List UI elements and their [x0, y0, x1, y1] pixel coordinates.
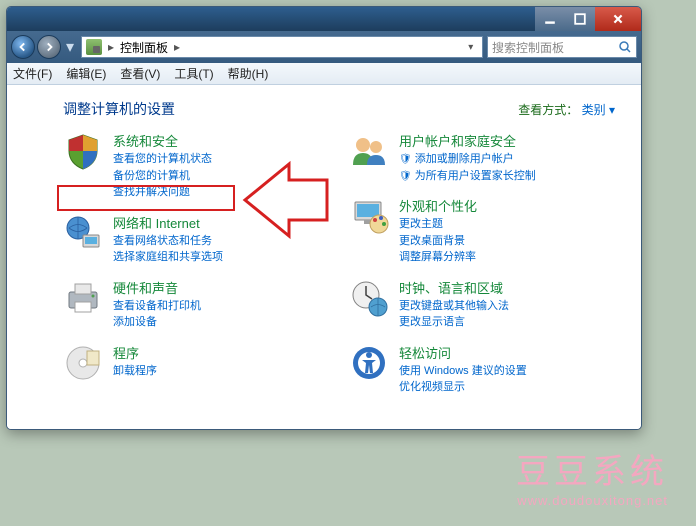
category-link[interactable]: 查看网络状态和任务: [113, 233, 329, 250]
menu-help[interactable]: 帮助(H): [228, 65, 269, 82]
breadcrumb-location[interactable]: 控制面板: [120, 39, 168, 56]
category-link[interactable]: 查找并解决问题: [113, 184, 329, 201]
category-ease-of-access: 轻松访问 使用 Windows 建议的设置 优化视频显示: [349, 343, 615, 396]
menu-edit[interactable]: 编辑(E): [66, 65, 106, 82]
category-title[interactable]: 硬件和声音: [113, 278, 329, 297]
page-title: 调整计算机的设置: [63, 99, 175, 119]
category-title[interactable]: 系统和安全: [113, 131, 329, 150]
search-input[interactable]: 搜索控制面板: [487, 36, 637, 58]
menu-view[interactable]: 查看(V): [120, 65, 160, 82]
category-programs: 程序 卸载程序: [63, 343, 329, 383]
category-title[interactable]: 时钟、语言和区域: [399, 278, 615, 297]
printer-icon: [63, 278, 103, 318]
close-button[interactable]: [595, 7, 641, 31]
category-link[interactable]: 选择家庭组和共享选项: [113, 249, 329, 266]
globe-network-icon: [63, 213, 103, 253]
breadcrumb-sep: ▸: [108, 40, 114, 54]
category-link[interactable]: 添加或删除用户帐户: [399, 151, 615, 168]
menu-tools[interactable]: 工具(T): [174, 65, 213, 82]
category-link[interactable]: 调整屏幕分辨率: [399, 249, 615, 266]
watermark-url: www.doudouxitong.net: [516, 493, 668, 508]
menu-bar: 文件(F) 编辑(E) 查看(V) 工具(T) 帮助(H): [7, 63, 641, 85]
breadcrumb-sep: ▸: [174, 40, 180, 54]
people-icon: [349, 131, 389, 171]
disc-icon: [63, 343, 103, 383]
category-clock-language: 时钟、语言和区域 更改键盘或其他输入法 更改显示语言: [349, 278, 615, 331]
minimize-button[interactable]: [535, 7, 565, 31]
category-link[interactable]: 卸载程序: [113, 363, 329, 380]
category-link[interactable]: 使用 Windows 建议的设置: [399, 363, 615, 380]
watermark: 豆豆系统 www.doudouxitong.net: [516, 444, 668, 508]
search-placeholder: 搜索控制面板: [492, 39, 564, 56]
category-title[interactable]: 程序: [113, 343, 329, 362]
ease-access-icon: [349, 343, 389, 383]
category-link[interactable]: 备份您的计算机: [113, 168, 329, 185]
control-panel-icon: [86, 39, 102, 55]
category-link[interactable]: 更改主题: [399, 216, 615, 233]
back-button[interactable]: [11, 35, 35, 59]
category-link[interactable]: 为所有用户设置家长控制: [399, 168, 615, 185]
category-link[interactable]: 更改键盘或其他输入法: [399, 298, 615, 315]
category-title[interactable]: 用户帐户和家庭安全: [399, 131, 615, 150]
category-title[interactable]: 外观和个性化: [399, 196, 615, 215]
view-by: 查看方式： 类别 ▾: [518, 101, 615, 118]
forward-button[interactable]: [37, 35, 61, 59]
watermark-text: 豆豆系统: [516, 444, 668, 493]
category-link[interactable]: 更改桌面背景: [399, 233, 615, 250]
navigation-bar: ▾ ▸ 控制面板 ▸ ▾ 搜索控制面板: [7, 31, 641, 63]
category-link[interactable]: 优化视频显示: [399, 379, 615, 396]
left-column: 系统和安全 查看您的计算机状态 备份您的计算机 查找并解决问题 网络和 Inte…: [63, 131, 329, 396]
titlebar: [7, 7, 641, 31]
category-network-internet: 网络和 Internet 查看网络状态和任务 选择家庭组和共享选项: [63, 213, 329, 266]
search-icon: [618, 40, 632, 54]
category-title[interactable]: 网络和 Internet: [113, 213, 329, 232]
category-link[interactable]: 添加设备: [113, 314, 329, 331]
shield-icon: [63, 131, 103, 171]
category-link[interactable]: 查看您的计算机状态: [113, 151, 329, 168]
clock-globe-icon: [349, 278, 389, 318]
nav-history-chevron[interactable]: ▾: [63, 35, 77, 59]
control-panel-window: ▾ ▸ 控制面板 ▸ ▾ 搜索控制面板 文件(F) 编辑(E) 查看(V) 工具…: [6, 6, 642, 430]
category-user-accounts: 用户帐户和家庭安全 添加或删除用户帐户 为所有用户设置家长控制: [349, 131, 615, 184]
category-hardware-sound: 硬件和声音 查看设备和打印机 添加设备: [63, 278, 329, 331]
category-system-security: 系统和安全 查看您的计算机状态 备份您的计算机 查找并解决问题: [63, 131, 329, 201]
category-title[interactable]: 轻松访问: [399, 343, 615, 362]
address-dropdown[interactable]: ▾: [468, 42, 478, 53]
monitor-palette-icon: [349, 196, 389, 236]
view-by-value[interactable]: 类别 ▾: [582, 103, 615, 117]
maximize-button[interactable]: [565, 7, 595, 31]
right-column: 用户帐户和家庭安全 添加或删除用户帐户 为所有用户设置家长控制 外观和个性化 更…: [349, 131, 615, 396]
content-area: 调整计算机的设置 查看方式： 类别 ▾ 系统和安全 查看您的计算机状态 备份您的…: [7, 85, 641, 429]
address-bar[interactable]: ▸ 控制面板 ▸ ▾: [81, 36, 483, 58]
category-appearance: 外观和个性化 更改主题 更改桌面背景 调整屏幕分辨率: [349, 196, 615, 266]
category-link[interactable]: 查看设备和打印机: [113, 298, 329, 315]
menu-file[interactable]: 文件(F): [13, 65, 52, 82]
category-link[interactable]: 更改显示语言: [399, 314, 615, 331]
